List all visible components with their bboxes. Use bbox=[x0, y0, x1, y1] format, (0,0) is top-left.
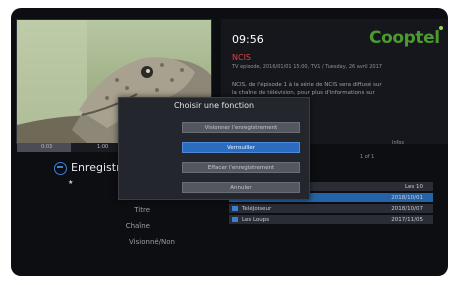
checkbox-icon[interactable] bbox=[232, 217, 238, 222]
list-item-date: 2018/10/01 bbox=[391, 195, 423, 201]
delete-recording-button[interactable]: Effacer l'enregistrement bbox=[182, 162, 300, 173]
field-label-title: Titre bbox=[134, 206, 150, 214]
list-item-date: 2018/10/07 bbox=[391, 206, 423, 212]
page-indicator: 1 of 1 bbox=[360, 154, 375, 160]
brand-name: Cooptel bbox=[369, 28, 440, 48]
program-meta: TV episode, 2016/01/01 15:00, TV1 / Tues… bbox=[232, 64, 382, 70]
field-label-watched: Visionné/Non bbox=[129, 238, 175, 246]
list-item-date: 2017/11/05 bbox=[391, 217, 423, 223]
view-recording-button[interactable]: Visionner l'enregistrement bbox=[182, 122, 300, 133]
star-icon: ★ bbox=[68, 179, 74, 186]
dialog-title: Choisir une fonction bbox=[173, 101, 255, 110]
time-start: 0:03 bbox=[41, 144, 53, 150]
recordings-icon bbox=[54, 162, 67, 175]
brand-logo: Cooptel bbox=[369, 26, 443, 48]
brand-dot-icon bbox=[438, 26, 443, 30]
field-label-channel: Chaîne bbox=[125, 222, 150, 230]
list-item-name: Les Loups bbox=[242, 217, 270, 223]
info-hint: Infos bbox=[392, 140, 405, 146]
choose-function-dialog: Choisir une fonction Visionner l'enregis… bbox=[118, 97, 310, 200]
cancel-button[interactable]: Annuler bbox=[182, 182, 300, 193]
lock-button[interactable]: Verrouiller bbox=[182, 142, 300, 153]
clock: 09:56 bbox=[232, 33, 264, 46]
list-item[interactable]: TeléJoiseur 2018/10/07 bbox=[229, 204, 433, 214]
checkbox-icon[interactable] bbox=[232, 206, 238, 211]
program-title: NCIS bbox=[232, 53, 252, 62]
time-end: 1:00 bbox=[97, 144, 109, 150]
list-item[interactable]: Les Loups 2017/11/05 bbox=[229, 215, 433, 225]
list-item-name: TeléJoiseur bbox=[242, 206, 272, 212]
list-item-date: Les 10 bbox=[405, 184, 423, 190]
